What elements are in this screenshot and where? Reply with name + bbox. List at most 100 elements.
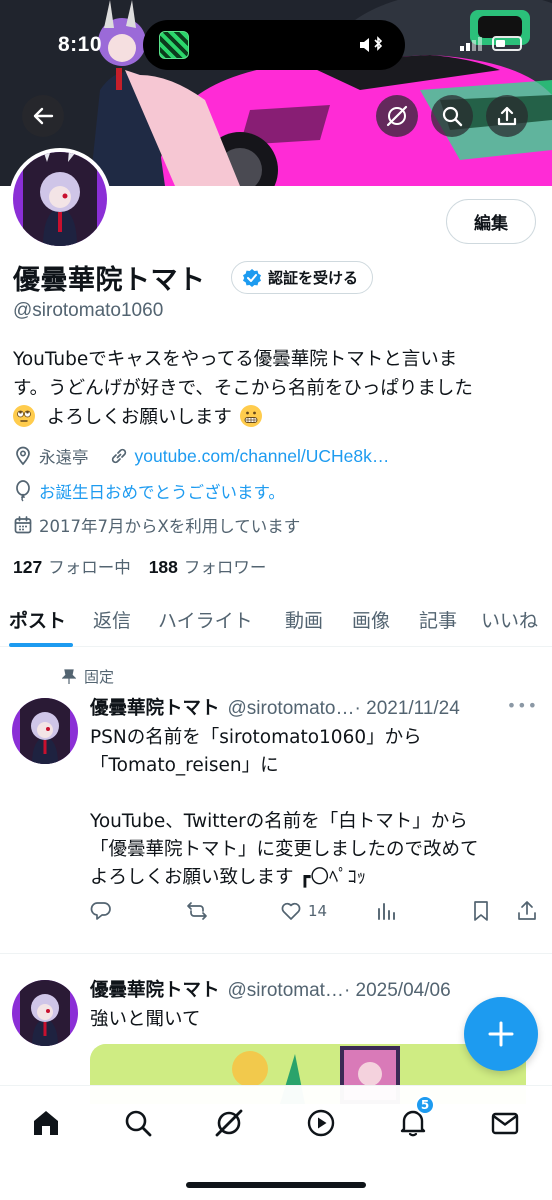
bio-line: よろしくお願いします	[13, 403, 541, 432]
active-tab-indicator	[9, 643, 73, 647]
profile-bio: YouTubeでキャスをやってる優曇華院トマトと言いま す。うどんげが好きで、そ…	[13, 345, 541, 432]
bookmark-button[interactable]	[470, 900, 492, 922]
profile-meta-row: 永遠亭 youtube.com/channel/UCHe8k…	[13, 444, 389, 468]
location-text: 永遠亭	[39, 448, 89, 467]
calendar-icon	[14, 516, 32, 534]
share-icon	[497, 106, 517, 126]
following-link[interactable]: 127 フォロー中	[13, 554, 131, 578]
grimacing-emoji-icon	[239, 405, 262, 427]
now-playing-artwork	[159, 31, 189, 59]
compose-post-button[interactable]	[464, 997, 538, 1071]
post-author-name[interactable]: 優曇華院トマト	[90, 698, 220, 719]
search-button[interactable]	[431, 95, 473, 137]
post-author-name[interactable]: 優曇華院トマト	[90, 980, 220, 1001]
grok-icon	[386, 105, 408, 127]
verified-badge-icon	[243, 268, 261, 287]
repost-icon	[187, 902, 207, 920]
home-icon	[34, 1111, 58, 1135]
grok-button[interactable]	[376, 95, 418, 137]
tab-photos[interactable]: 画像	[352, 606, 390, 633]
profile-tabs: ポスト 返信 ハイライト 動画 画像 記事 いいね	[0, 600, 552, 647]
status-icons	[460, 36, 522, 51]
following-label: フォロー中	[48, 558, 131, 577]
cellular-signal-icon	[460, 36, 484, 51]
post-date[interactable]: · 2025/04/06	[344, 980, 451, 1001]
dynamic-island	[143, 20, 405, 70]
tab-posts[interactable]: ポスト	[9, 606, 66, 633]
heart-icon	[281, 902, 301, 920]
more-options-icon[interactable]: •••	[507, 696, 538, 715]
tab-articles[interactable]: 記事	[419, 606, 457, 633]
status-time: 8:10	[58, 33, 103, 56]
tab-replies[interactable]: 返信	[93, 606, 131, 633]
tab-likes[interactable]: いいね	[481, 606, 538, 633]
post-date[interactable]: · 2021/11/24	[355, 698, 460, 719]
nav-notifications[interactable]: 5	[393, 1095, 435, 1143]
back-button[interactable]	[22, 95, 64, 137]
notification-badge: 5	[415, 1095, 435, 1115]
followers-label: フォロワー	[183, 558, 267, 577]
followers-count: 188	[148, 557, 178, 577]
profile-handle: @sirotomato1060	[13, 300, 164, 321]
profile-avatar[interactable]	[9, 148, 111, 250]
post-author-handle[interactable]: @sirotomat…	[228, 980, 344, 1001]
location-pin-icon	[16, 446, 30, 466]
post-actions: 14	[0, 900, 552, 930]
plus-icon	[488, 1021, 514, 1047]
share-button[interactable]	[486, 95, 528, 137]
pin-icon	[62, 668, 76, 684]
share-post-button[interactable]	[516, 900, 538, 922]
joined-row: 2017年7月からXを利用しています	[13, 513, 300, 537]
bio-line: す。うどんげが好きで、そこから名前をひっぱりました	[13, 378, 473, 399]
play-circle-icon	[307, 1109, 335, 1137]
edit-profile-button[interactable]: 編集	[446, 199, 536, 244]
share-icon	[518, 901, 536, 920]
post-header: 優曇華院トマト @sirotomato…· 2021/11/24	[90, 694, 460, 720]
pinned-indicator: 固定	[62, 666, 114, 687]
tab-videos[interactable]: 動画	[285, 606, 323, 633]
bio-line-text: よろしくお願いします	[46, 407, 232, 428]
display-name: 優曇華院トマト	[13, 265, 206, 296]
nav-video[interactable]	[301, 1103, 341, 1143]
get-verified-button[interactable]: 認証を受ける	[231, 261, 374, 294]
search-icon	[442, 106, 463, 127]
pinned-label: 固定	[84, 668, 115, 686]
eye-roll-emoji-icon	[13, 405, 35, 427]
battery-icon	[492, 36, 522, 51]
mail-icon	[491, 1112, 519, 1135]
joined-text: 2017年7月からXを利用しています	[39, 517, 301, 536]
link-icon	[111, 448, 126, 464]
nav-explore[interactable]	[118, 1103, 158, 1143]
avatar-image	[13, 152, 107, 246]
reply-button[interactable]	[90, 900, 112, 922]
pinned-post[interactable]: 固定 優曇華院トマト @sirotomato…· 2021/11/24 ••• P…	[0, 648, 552, 954]
post-author-handle[interactable]: @sirotomato…	[228, 698, 355, 719]
birthday-row: お誕生日おめでとうございます。	[13, 479, 285, 503]
avatar-image	[12, 698, 78, 764]
post-header: 優曇華院トマト @sirotomat…· 2025/04/06	[90, 976, 451, 1002]
balloon-icon	[16, 480, 30, 502]
nav-messages[interactable]	[485, 1103, 525, 1143]
tab-highlights[interactable]: ハイライト	[158, 606, 253, 633]
birthday-text[interactable]: お誕生日おめでとうございます。	[39, 479, 285, 503]
followers-link[interactable]: 188 フォロワー	[149, 554, 267, 578]
follow-stats: 127 フォロー中 188 フォロワー	[13, 554, 266, 578]
arrow-left-icon	[33, 107, 54, 125]
bookmark-icon	[474, 901, 488, 921]
website-link[interactable]: youtube.com/channel/UCHe8k…	[135, 446, 390, 467]
following-count: 127	[13, 557, 43, 577]
analytics-icon	[378, 903, 395, 920]
nav-grok[interactable]	[209, 1103, 249, 1143]
get-verified-label: 認証を受ける	[268, 269, 359, 287]
grok-icon	[215, 1109, 243, 1137]
post-avatar[interactable]	[12, 698, 78, 764]
nav-home[interactable]	[26, 1103, 66, 1143]
bluetooth-audio-icon	[360, 36, 383, 52]
post-avatar[interactable]	[12, 980, 78, 1046]
search-icon	[125, 1110, 152, 1137]
avatar-image	[12, 980, 78, 1046]
repost-button[interactable]	[186, 900, 208, 922]
like-button[interactable]: 14	[280, 900, 327, 922]
views-button[interactable]	[376, 900, 398, 922]
home-indicator	[186, 1182, 366, 1188]
